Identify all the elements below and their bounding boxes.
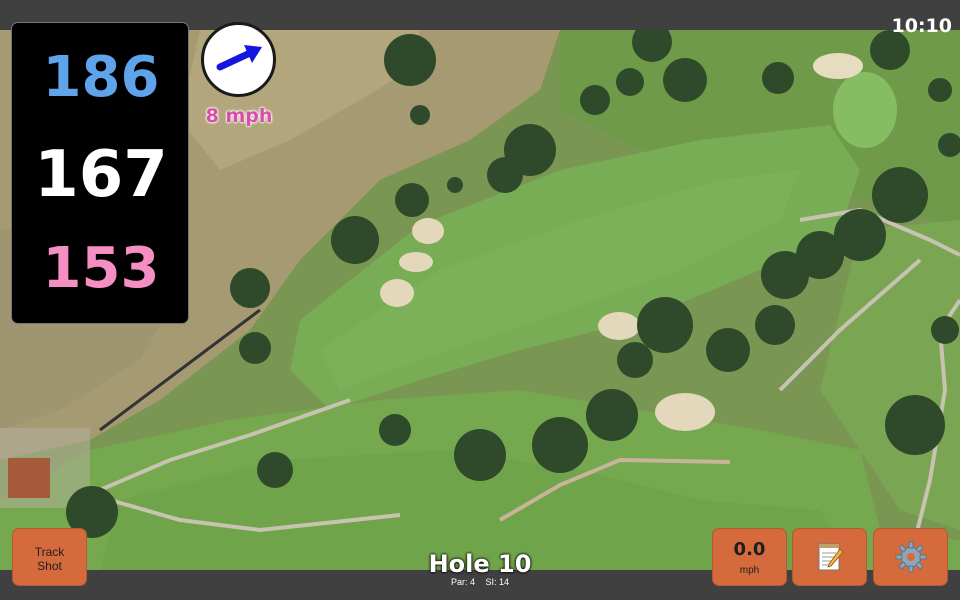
- speed-unit: mph: [739, 565, 760, 576]
- back-distance: 186: [42, 45, 160, 110]
- notes-button[interactable]: [792, 528, 867, 586]
- middle-distance: 167: [34, 138, 168, 212]
- hole-par: Par: 4: [450, 577, 475, 587]
- front-distance: 153: [42, 236, 160, 301]
- gear-icon: [895, 541, 926, 573]
- track-shot-button[interactable]: Track Shot: [12, 528, 87, 586]
- wind-arrow-icon: [216, 45, 262, 71]
- track-shot-label-line2: Shot: [37, 559, 62, 573]
- distance-panel[interactable]: 186 167 153: [11, 22, 189, 324]
- speed-value: 0.0: [733, 539, 766, 560]
- hole-title: Hole 10: [428, 550, 532, 578]
- wind-speed-label: 8 mph: [205, 105, 273, 127]
- status-clock: 10:10: [891, 15, 952, 37]
- speed-button[interactable]: 0.0 mph: [712, 528, 787, 586]
- wind-direction-dial: [201, 22, 276, 97]
- hole-meta: Par: 4 SI: 14: [380, 577, 580, 587]
- notepad-icon: [818, 543, 844, 571]
- track-shot-label-line1: Track: [34, 545, 65, 559]
- golf-gps-screen: 186 167 153 8 mph 10:10 Track Shot Hole …: [0, 0, 960, 600]
- settings-button[interactable]: [873, 528, 948, 586]
- hole-stroke-index: SI: 14: [485, 577, 510, 587]
